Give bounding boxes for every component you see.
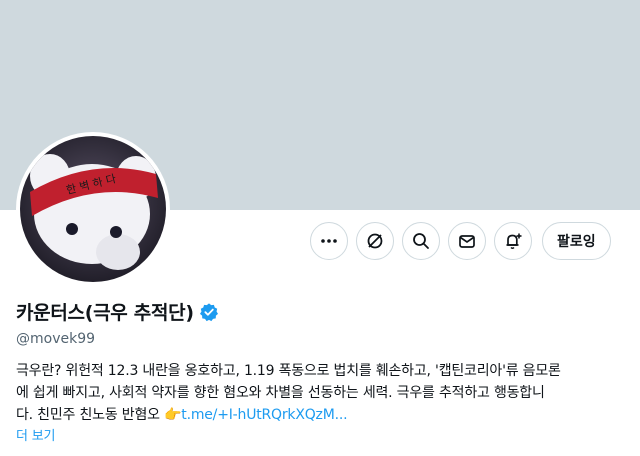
avatar-frame: 한 벽 하 다 <box>16 132 170 286</box>
grok-icon <box>367 233 383 249</box>
profile-actions: 팔로잉 <box>310 222 611 260</box>
bio-line-3-text: 다. 친민주 친노동 반혐오 <box>16 407 165 423</box>
more-button[interactable] <box>310 222 348 260</box>
search-button[interactable] <box>402 222 440 260</box>
following-button[interactable]: 팔로잉 <box>542 222 611 260</box>
profile-bio: 극우란? 위헌적 12.3 내란을 옹호하고, 1.19 폭동으로 법치를 훼손… <box>16 360 632 448</box>
profile-page: 한 벽 하 다 팔로잉 카운터스(극우 추적단) @movek99 극우란? 위… <box>0 0 640 456</box>
pointing-hand-icon: 👉 <box>164 407 182 423</box>
verified-badge-icon[interactable] <box>199 302 219 322</box>
bio-telegram-link[interactable]: t.me/+I-hUtRQrkXQzM... <box>181 407 347 423</box>
display-name: 카운터스(극우 추적단) <box>16 302 194 324</box>
avatar[interactable]: 한 벽 하 다 <box>20 136 166 282</box>
mail-icon <box>459 235 475 248</box>
bio-line-1: 극우란? 위헌적 12.3 내란을 옹호하고, 1.19 폭동으로 법치를 훼손… <box>16 363 561 379</box>
bio-line-3: 다. 친민주 친노동 반혐오 👉t.me/+I-hUtRQrkXQzM... <box>16 404 632 426</box>
show-more-link[interactable]: 더 보기 <box>16 426 632 448</box>
bio-line-2: 에 쉽게 빠지고, 사회적 약자를 향한 혐오와 차별을 선동하는 세력. 극우… <box>16 385 545 401</box>
name-row: 카운터스(극우 추적단) <box>16 298 219 325</box>
bell-plus-icon <box>506 233 522 249</box>
profile-handle: @movek99 <box>16 331 96 347</box>
message-button[interactable] <box>448 222 486 260</box>
more-icon <box>321 239 337 243</box>
search-icon <box>413 233 429 249</box>
grok-button[interactable] <box>356 222 394 260</box>
notify-button[interactable] <box>494 222 532 260</box>
